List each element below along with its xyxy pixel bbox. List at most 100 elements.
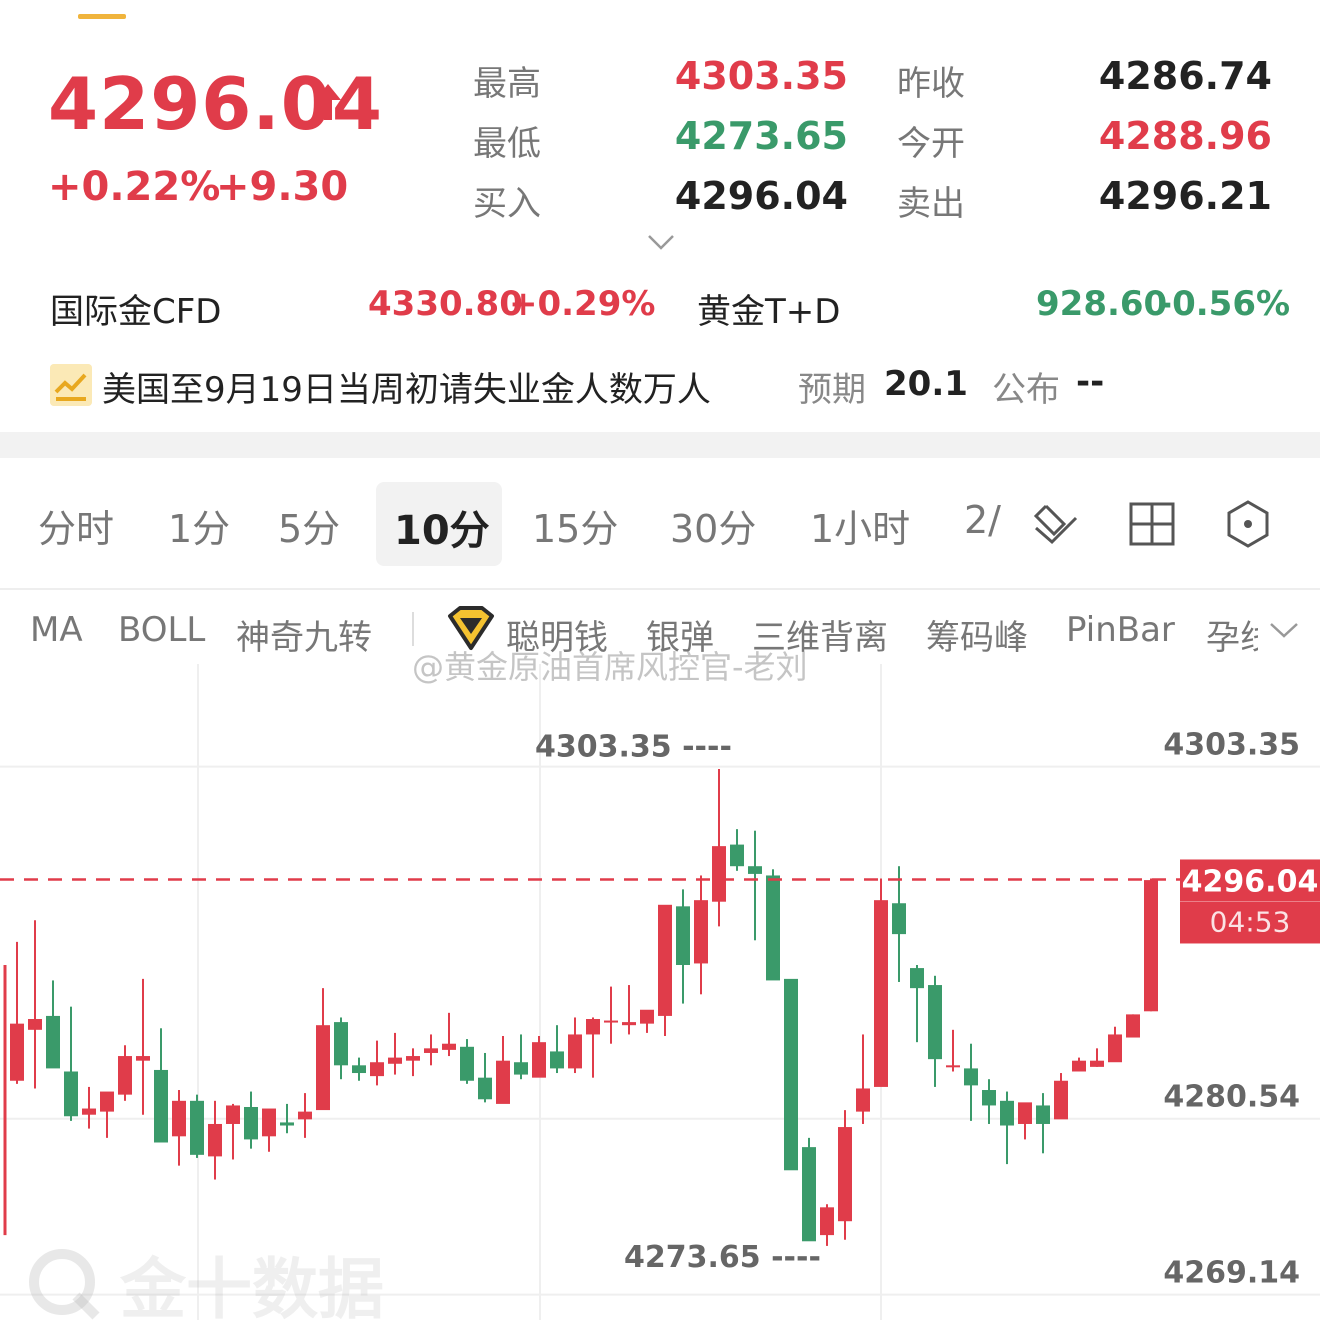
tab-10min-label: 10分 — [394, 508, 490, 554]
candle-body — [28, 1019, 42, 1030]
candle-body — [226, 1105, 240, 1124]
section-divider — [0, 432, 1320, 458]
candle-body — [1108, 1034, 1122, 1063]
candle-body — [802, 1147, 816, 1242]
market-change-td: -0.56% — [1158, 284, 1291, 324]
candle-body — [244, 1106, 258, 1140]
y-tick-label: 4303.35 — [1163, 728, 1300, 763]
candle-body — [298, 1111, 312, 1120]
indicator-ma[interactable]: MA — [30, 610, 83, 650]
candle-body — [694, 900, 708, 964]
candle-body — [766, 875, 780, 981]
candle-body — [1054, 1080, 1068, 1120]
candle-body — [658, 904, 672, 1016]
tab-15min[interactable]: 15分 — [532, 498, 618, 553]
candle-body — [748, 866, 762, 874]
candle-body — [316, 1025, 330, 1111]
candle-body — [190, 1100, 204, 1155]
market-name-td[interactable]: 黄金T+D — [697, 284, 840, 333]
tab-5min[interactable]: 5分 — [278, 498, 340, 553]
candle-body — [640, 1009, 654, 1024]
tab-10min[interactable]: 10分 — [376, 482, 502, 566]
indicator-pinbar[interactable]: PinBar — [1066, 610, 1175, 650]
indicator-divider — [412, 612, 414, 646]
indicator-boll[interactable]: BOLL — [118, 610, 205, 650]
candle-body — [1000, 1100, 1014, 1126]
candle-body — [946, 1065, 960, 1068]
settings-hexagon-icon[interactable] — [1224, 498, 1272, 550]
candle-body — [1072, 1060, 1086, 1072]
candle-body — [784, 978, 798, 1171]
ask-label: 卖出 — [897, 184, 965, 224]
brand-watermark: 金十数据 — [120, 1251, 384, 1328]
candle-body — [1018, 1102, 1032, 1124]
low-label: 最低 — [473, 124, 541, 164]
low-marker-label: 4273.65 ---- — [624, 1240, 821, 1275]
tab-divider — [0, 588, 1320, 590]
up-arrow-icon — [315, 84, 341, 120]
candle-body — [64, 1071, 78, 1117]
candle-body — [568, 1034, 582, 1069]
candle-body — [622, 1022, 636, 1026]
open-value: 4288.96 — [1098, 114, 1272, 158]
high-label: 最高 — [473, 64, 541, 104]
publish-value: -- — [1076, 362, 1105, 402]
market-price-td: 928.60 — [1036, 284, 1168, 324]
candle-body — [730, 844, 744, 867]
expect-value: 20.1 — [884, 364, 968, 404]
market-name-cfd[interactable]: 国际金CFD — [50, 284, 221, 333]
candle-body — [10, 1023, 24, 1081]
candle-body — [550, 1051, 564, 1069]
candle-body — [910, 968, 924, 989]
current-price-label: 4296.04 — [1182, 864, 1319, 899]
prev-close-label: 昨收 — [897, 64, 965, 104]
candle-body — [280, 1122, 294, 1126]
news-headline[interactable]: 美国至9月19日当周初请失业金人数万人 — [102, 362, 711, 411]
open-label: 今开 — [897, 124, 965, 164]
candle-body — [208, 1123, 222, 1157]
candle-body — [352, 1065, 366, 1074]
ask-value: 4296.21 — [1098, 174, 1272, 218]
indicator-inside-bar[interactable]: 孕线 — [1206, 610, 1258, 659]
top-accent-bar — [78, 14, 126, 19]
candle-body — [982, 1090, 996, 1106]
tab-1min[interactable]: 1分 — [168, 498, 230, 553]
brand-logo-icon — [29, 1249, 100, 1320]
candle-body — [136, 1056, 150, 1061]
indicator-chip-peak[interactable]: 筹码峰 — [926, 610, 1028, 659]
expect-label: 预期 — [798, 370, 866, 410]
tab-1hour[interactable]: 1小时 — [810, 498, 910, 553]
candle-body — [838, 1127, 852, 1222]
candle-body — [1144, 880, 1158, 1012]
tab-30min[interactable]: 30分 — [670, 498, 756, 553]
candle-body — [262, 1108, 276, 1137]
high-value: 4303.35 — [674, 54, 848, 98]
candle-body — [118, 1056, 132, 1095]
chevron-down-icon[interactable] — [646, 232, 676, 252]
candle-body — [964, 1068, 978, 1086]
candle-body — [154, 1069, 168, 1143]
candle-body — [856, 1088, 870, 1112]
high-marker-label: 4303.35 ---- — [535, 730, 732, 765]
indicator-td-sequential[interactable]: 神奇九转 — [236, 610, 372, 659]
candle-body — [676, 906, 690, 965]
draw-tool-icon[interactable] — [1032, 498, 1080, 550]
market-change-cfd: +0.29% — [509, 284, 656, 324]
low-value: 4273.65 — [674, 114, 848, 158]
candle-body — [820, 1207, 834, 1236]
tab-timeshare[interactable]: 分时 — [38, 498, 114, 553]
candle-body — [496, 1060, 510, 1104]
tab-more[interactable]: 2/ — [964, 498, 1004, 542]
candle-body — [82, 1108, 96, 1115]
candle-body — [874, 900, 888, 1087]
candle-body — [334, 1022, 348, 1066]
candlestick-chart[interactable]: 4296.04 04:53 4303.35 4280.54 4269.14 4303.35… — [0, 664, 1320, 1320]
market-price-cfd: 4330.80 — [368, 284, 523, 324]
layout-grid-icon[interactable] — [1128, 498, 1176, 550]
bid-label: 买入 — [473, 184, 541, 224]
candle-body — [604, 1020, 618, 1023]
candle-body — [424, 1048, 438, 1053]
chart-trend-icon — [50, 364, 92, 406]
chevron-down-icon[interactable] — [1268, 620, 1300, 640]
candle-body — [532, 1042, 546, 1078]
